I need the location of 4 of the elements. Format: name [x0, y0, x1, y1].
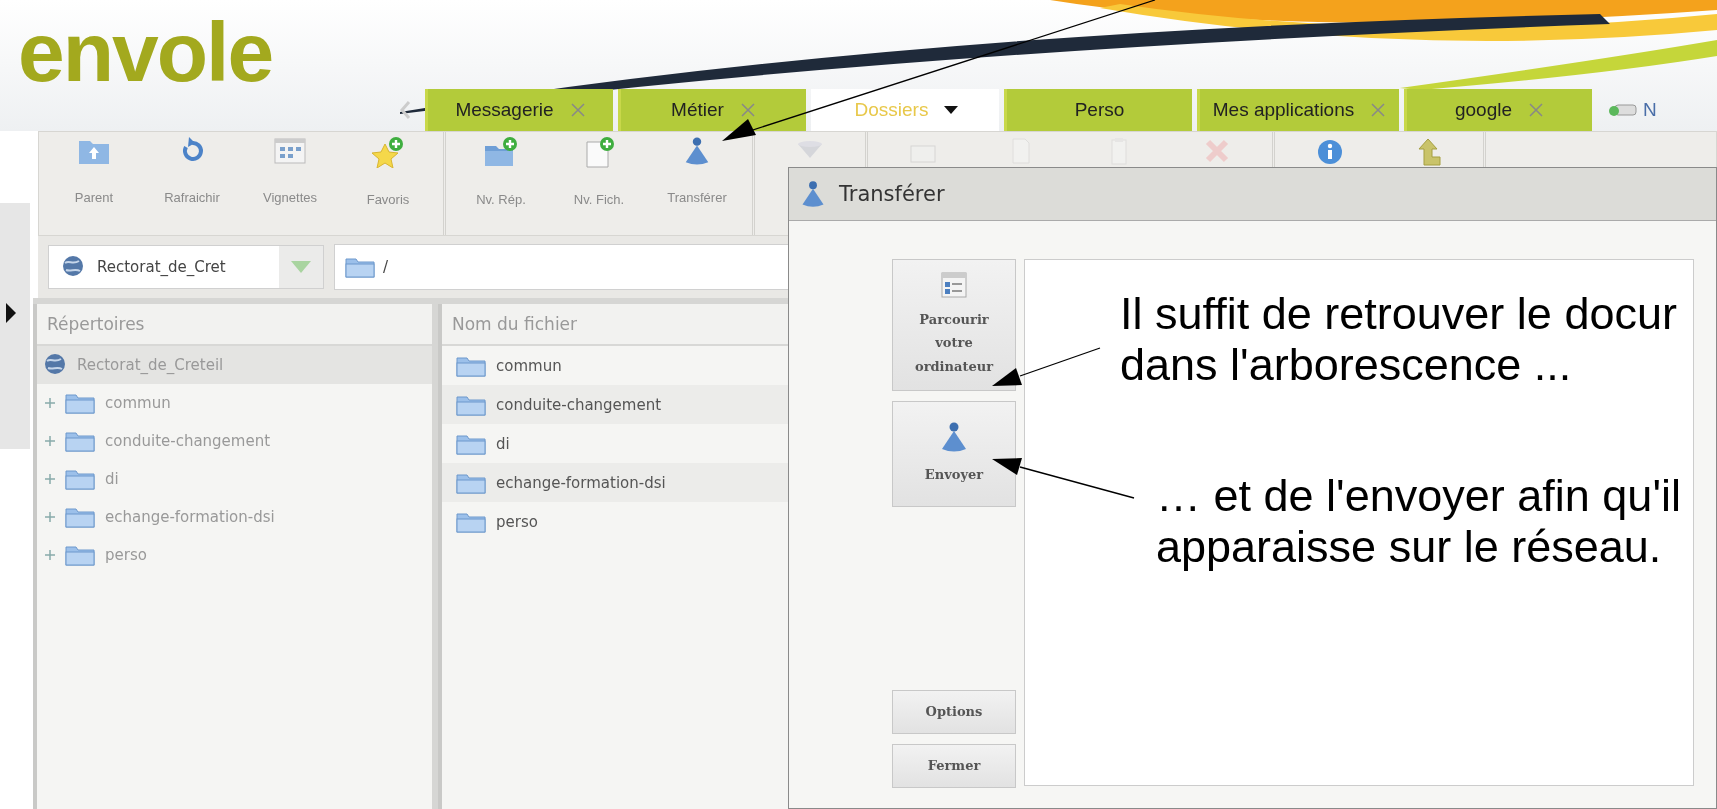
logo: envole [18, 4, 273, 101]
dialog-title: Transférer [839, 182, 945, 206]
annotation-text: Il suffit de retrouver le docur dans l'arborescence ... [1120, 288, 1677, 390]
annotation-text: … et de l'envoyer afin qu'il apparaisse sur le réseau. [1156, 470, 1681, 572]
